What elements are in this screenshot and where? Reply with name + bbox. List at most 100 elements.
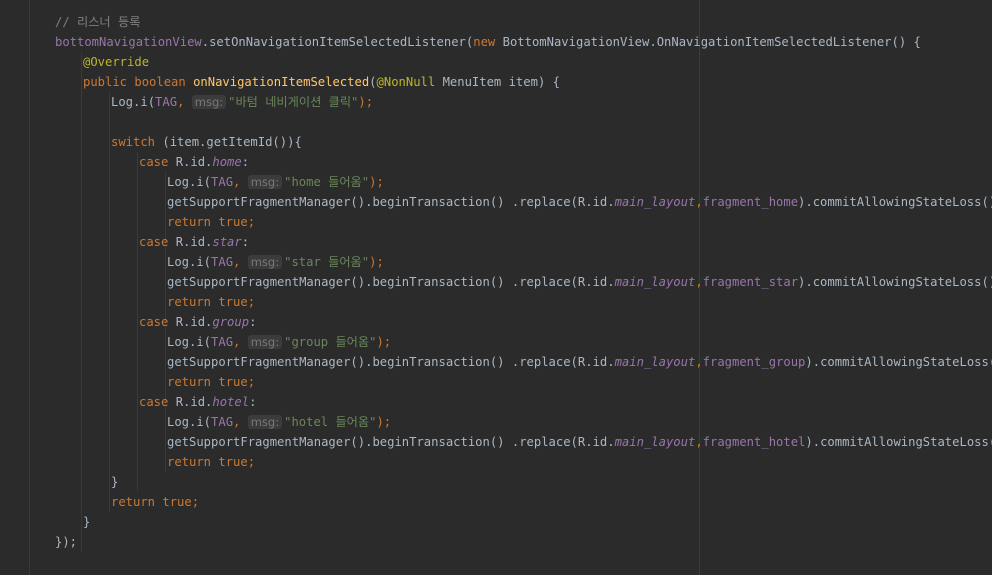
code-token: case	[139, 315, 176, 329]
code-token: ,	[695, 195, 703, 209]
code-line[interactable]: }	[111, 472, 118, 492]
code-token: fragment_group	[702, 355, 806, 369]
code-line[interactable]: case R.id.group:	[139, 312, 256, 332]
code-token: :	[249, 315, 257, 329]
code-token: R.id.	[175, 395, 213, 409]
indent-guide-line	[137, 152, 138, 492]
code-line[interactable]: // 리스너 등록	[55, 12, 140, 32]
code-token: :	[241, 235, 250, 249]
code-token: "hotel 들어옴"	[284, 415, 377, 429]
code-line[interactable]: return true;	[167, 212, 255, 232]
code-token: ).commitAllowingStateLoss()	[798, 275, 992, 289]
code-token: R.id.	[175, 315, 213, 329]
code-token: case	[139, 235, 176, 249]
code-token: getSupportFragmentManager().beginTransac…	[167, 435, 615, 449]
code-token: );	[369, 255, 384, 269]
code-token: getSupportFragmentManager().beginTransac…	[167, 355, 615, 369]
code-token: TAG	[211, 335, 234, 349]
code-token: );	[376, 415, 392, 429]
code-token: :	[241, 155, 250, 169]
code-line[interactable]: getSupportFragmentManager().beginTransac…	[167, 352, 992, 372]
code-token: ,	[233, 255, 248, 269]
code-token: main_layout	[614, 195, 696, 209]
code-token: return true;	[167, 215, 256, 229]
code-line[interactable]: Log.i(TAG, msg: "home 들어옴");	[167, 172, 384, 192]
code-token: "바텀 네비게이션 클릭"	[228, 95, 359, 109]
code-token: fragment_hotel	[702, 435, 806, 449]
code-line[interactable]: case R.id.hotel:	[139, 392, 256, 412]
code-token: group	[212, 315, 250, 329]
code-token: R.id.	[175, 155, 213, 169]
code-line[interactable]: case R.id.home:	[139, 152, 249, 172]
code-line[interactable]: return true;	[167, 292, 255, 312]
code-token: .setOnNavigationItemSelectedListener(	[201, 35, 474, 49]
code-token: ,	[695, 275, 703, 289]
parameter-hint: msg:	[247, 255, 283, 269]
code-token: main_layout	[614, 435, 696, 449]
code-line[interactable]: getSupportFragmentManager().beginTransac…	[167, 432, 992, 452]
code-token: bottomNavigationView	[55, 35, 202, 49]
code-line[interactable]: }	[83, 512, 90, 532]
code-token: });	[55, 535, 78, 549]
code-token: ).commitAllowingStateLoss()	[805, 355, 992, 369]
code-token: R.id.	[175, 235, 213, 249]
parameter-hint: msg:	[247, 175, 283, 189]
code-token: (	[369, 75, 377, 89]
code-token: "group 들어옴"	[284, 335, 377, 349]
code-token: public boolean	[83, 75, 194, 89]
code-token: Log.	[111, 95, 141, 109]
code-token: ,	[233, 415, 248, 429]
code-line[interactable]: Log.i(TAG, msg: "star 들어옴");	[167, 252, 384, 272]
code-token: "star 들어옴"	[284, 255, 370, 269]
code-token: return true;	[167, 295, 256, 309]
code-line[interactable]: switch (item.getItemId()){	[111, 132, 302, 152]
code-token: }	[111, 475, 119, 489]
code-token: TAG	[211, 255, 234, 269]
code-token: @Override	[83, 55, 150, 69]
code-token: ,	[695, 435, 703, 449]
code-editor[interactable]: // 리스너 등록 bottomNavigationView.setOnNavig…	[0, 0, 992, 575]
code-line[interactable]: getSupportFragmentManager().beginTransac…	[167, 272, 992, 292]
code-token: (	[147, 95, 156, 109]
code-token: fragment_home	[702, 195, 799, 209]
code-token: switch	[111, 135, 163, 149]
code-token: star	[212, 235, 242, 249]
code-line[interactable]: return true;	[167, 372, 255, 392]
code-token: case	[139, 395, 176, 409]
code-token: i	[140, 95, 148, 109]
code-token: );	[358, 95, 374, 109]
code-line[interactable]: return true;	[111, 492, 199, 512]
code-line[interactable]: });	[55, 532, 77, 552]
code-token: case	[139, 155, 176, 169]
parameter-hint: msg:	[191, 95, 227, 109]
code-token: Log.i(	[167, 415, 212, 429]
code-line[interactable]: bottomNavigationView.setOnNavigationItem…	[55, 32, 921, 52]
code-token: ).commitAllowingStateLoss()	[798, 195, 992, 209]
code-token: @NonNull	[376, 75, 443, 89]
code-token: (item.getItemId()){	[162, 135, 302, 149]
code-line[interactable]: Log.i(TAG, msg: "group 들어옴");	[167, 332, 391, 352]
code-token: getSupportFragmentManager().beginTransac…	[167, 195, 615, 209]
code-token: "home 들어옴"	[284, 175, 370, 189]
code-token: :	[249, 395, 257, 409]
code-line[interactable]: Log.i(TAG, msg: "hotel 들어옴");	[167, 412, 391, 432]
code-line[interactable]: @Override	[83, 52, 149, 72]
code-line[interactable]: return true;	[167, 452, 255, 472]
code-line[interactable]: public boolean onNavigationItemSelected(…	[83, 72, 560, 92]
code-line[interactable]: getSupportFragmentManager().beginTransac…	[167, 192, 992, 212]
code-token: }	[83, 515, 91, 529]
parameter-hint: msg:	[247, 335, 283, 349]
code-token: getSupportFragmentManager().beginTransac…	[167, 275, 615, 289]
code-line[interactable]: case R.id.star:	[139, 232, 249, 252]
code-token: TAG	[211, 175, 234, 189]
code-token: new	[473, 35, 503, 49]
code-token: home	[212, 155, 242, 169]
code-token: Log.i(	[167, 335, 212, 349]
code-token: );	[369, 175, 384, 189]
code-token: fragment_star	[702, 275, 799, 289]
indent-guide-line	[81, 52, 82, 552]
code-token: // 리스너 등록	[55, 15, 141, 29]
code-token: onNavigationItemSelected	[193, 75, 370, 89]
code-token: return true;	[111, 495, 200, 509]
code-line[interactable]: Log.i(TAG, msg: "바텀 네비게이션 클릭");	[111, 92, 373, 112]
